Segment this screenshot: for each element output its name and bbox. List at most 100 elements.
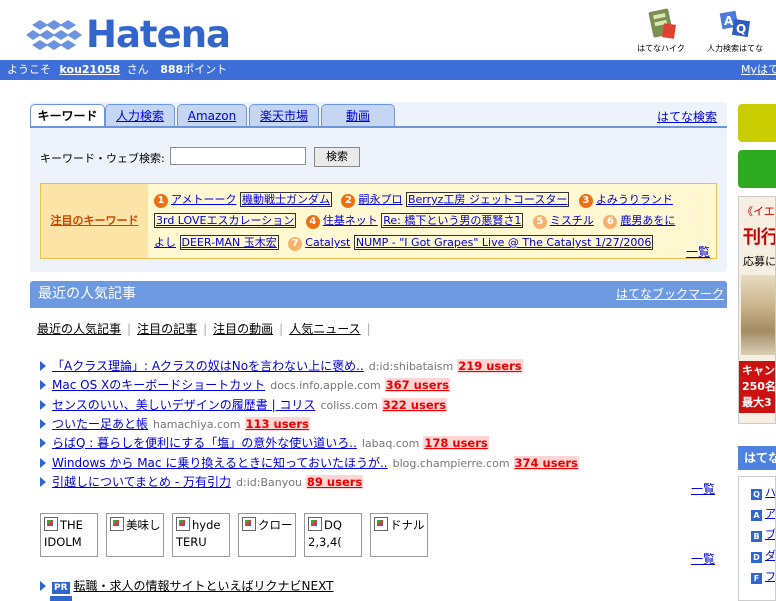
keyword-link[interactable]: 鹿男あをに	[620, 214, 675, 227]
keyword-link[interactable]: DEER-MAN 玉木宏	[179, 235, 279, 250]
next-row-cutoff	[40, 596, 340, 601]
rank-badge: 3	[578, 194, 593, 208]
service-icon: B	[751, 531, 762, 542]
service-item[interactable]: Dダ	[739, 545, 775, 566]
entry-title[interactable]: Mac OS Xのキーボードショートカット	[52, 378, 265, 392]
subnav-popular[interactable]: 最近の人気記事	[37, 322, 121, 336]
service-label: ハ	[765, 486, 776, 499]
entries-more-link[interactable]: 一覧	[691, 480, 715, 497]
haiku-link[interactable]: はてなハイク	[628, 8, 694, 54]
entry-source: coliss.com	[320, 399, 378, 412]
tab-rakuten[interactable]: 楽天市場	[249, 104, 319, 127]
keyword-link[interactable]: Re: 橋下という男の悪賢さ1	[381, 213, 524, 228]
ad-line-2: 刊行	[743, 227, 776, 248]
points-label: ポイント	[183, 63, 228, 76]
entry-users[interactable]: 89 users	[305, 475, 364, 489]
service-item[interactable]: Bブ	[739, 524, 775, 545]
subnav-news[interactable]: 人気ニュース	[289, 322, 360, 336]
thumbnail-caption: 美味し	[126, 518, 161, 532]
service-label: ア	[765, 507, 776, 520]
ad-image	[741, 275, 775, 355]
video-thumbnail[interactable]: ドナル	[370, 513, 428, 557]
search-input[interactable]	[170, 147, 306, 165]
entry-title[interactable]: Windows から Mac に乗り換えるときに知っておいたほうが..	[52, 456, 388, 470]
keyword-link[interactable]: Catalyst	[305, 236, 350, 249]
service-item[interactable]: Aア	[739, 503, 775, 524]
entry-title[interactable]: ついたー足あと帳	[52, 417, 148, 431]
service-item[interactable]: Fフ	[739, 566, 775, 587]
subnav-videos[interactable]: 注目の動画	[213, 322, 273, 336]
service-item[interactable]: Qハ	[739, 482, 775, 503]
keyword-link[interactable]: 嗣永プロ	[358, 193, 402, 206]
entry-row: Mac OS Xのキーボードショートカット docs.info.apple.com…	[40, 376, 451, 395]
video-thumbnail[interactable]: 美味し	[106, 513, 164, 557]
attention-more-link[interactable]: 一覧	[686, 243, 710, 260]
entry-users[interactable]: 374 users	[513, 456, 579, 470]
thumbnail-caption: クロー	[258, 518, 293, 532]
service-icon: Q	[751, 489, 762, 500]
keyword-link[interactable]: ミスチル	[550, 214, 594, 227]
image-placeholder-icon	[374, 517, 388, 531]
bookmark-link[interactable]: はてなブックマーク	[616, 281, 724, 308]
entry-title[interactable]: 「Aクラス理論」: Aクラスの奴はNoを言わない上に褒め..	[52, 359, 364, 373]
tab-video-label: 動画	[345, 109, 370, 123]
keyword-link[interactable]: よみうりランド	[596, 193, 673, 206]
side-service-list: Qハ Aア Bブ Dダ Fフ	[738, 476, 776, 601]
search-button[interactable]: 検索	[314, 147, 360, 167]
entry-users[interactable]: 367 users	[384, 378, 451, 392]
rank-badge: 2	[341, 194, 356, 208]
video-thumbnail[interactable]: hyde TERU	[172, 513, 230, 557]
entry-title[interactable]: 引越しについてまとめ - 万有引力	[52, 475, 231, 489]
image-placeholder-icon	[176, 517, 190, 531]
popular-section-header: 最近の人気記事 はてなブックマーク	[30, 281, 727, 308]
arrow-icon	[40, 477, 46, 487]
thumbs-more-link[interactable]: 一覧	[691, 550, 715, 567]
hatena-search-link[interactable]: はてな検索	[657, 108, 717, 125]
keyword-link[interactable]: 住基ネット	[323, 214, 378, 227]
entry-users[interactable]: 113 users	[244, 417, 310, 431]
tab-video[interactable]: 動画	[321, 104, 395, 127]
attention-label[interactable]: 注目のキーワード	[41, 184, 148, 258]
side-ad-banner[interactable]: 《イエに 刊行 応募に キャン 250名 最大3	[738, 196, 776, 424]
video-thumbnail[interactable]: THE IDOLM	[40, 513, 98, 557]
entry-users[interactable]: 219 users	[457, 359, 523, 373]
image-placeholder-icon	[110, 517, 124, 531]
keyword-link[interactable]: Berryz工房 ジェットコースター	[405, 192, 570, 207]
question-label: 人力検索はてな	[707, 44, 763, 53]
side-button-green[interactable]	[738, 150, 776, 188]
tab-keyword[interactable]: キーワード	[30, 104, 105, 128]
popular-title: 最近の人気記事	[38, 286, 136, 302]
pr-row: PR 転職・求人の情報サイトといえばリクナビNEXT	[40, 577, 333, 594]
entry-users[interactable]: 322 users	[381, 398, 448, 412]
hatena-logo[interactable]: Hatena	[26, 14, 231, 56]
keyword-link[interactable]: 機動戦士ガンダム	[239, 192, 332, 207]
pr-link[interactable]: 転職・求人の情報サイトといえばリクナビNEXT	[74, 579, 334, 593]
ad-band-1: キャン	[742, 364, 775, 377]
keyword-link[interactable]: アメトーーク	[171, 193, 236, 206]
rank-badge: 4	[305, 215, 320, 229]
side-button-yellow[interactable]	[738, 104, 776, 142]
welcome-text: ようこそ	[7, 63, 51, 76]
keyword-link[interactable]: よし	[154, 236, 176, 249]
pr-badge: PR	[52, 582, 70, 594]
entry-source: d:id:Banyou	[236, 476, 302, 489]
subnav-notable[interactable]: 注目の記事	[137, 322, 197, 336]
keyword-link[interactable]: 3rd LOVEエスカレーション	[154, 213, 297, 228]
keyword-link[interactable]: NUMP - "I Got Grapes" Live @ The Catalys…	[353, 235, 654, 250]
entry-users[interactable]: 178 users	[423, 436, 489, 450]
tab-rakuten-label: 楽天市場	[259, 109, 308, 123]
username-link[interactable]: kou21058	[60, 63, 121, 76]
tab-amazon[interactable]: Amazon	[177, 104, 247, 127]
service-label: フ	[765, 570, 776, 583]
entry-title[interactable]: らばQ : 暮らしを便利にする「塩」の意外な使い道いろ..	[52, 436, 357, 450]
entry-title[interactable]: センスのいい、美しいデザインの履歴書 | コリス	[52, 398, 315, 412]
entry-source: d:id:shibataism	[368, 360, 454, 373]
arrow-icon	[40, 458, 46, 468]
entry-source: hamachiya.com	[153, 418, 241, 431]
my-hatena-link[interactable]: Myはて	[741, 60, 776, 80]
video-thumbnail[interactable]: クロー	[238, 513, 296, 557]
side-section-header: はてな	[738, 446, 776, 470]
video-thumbnail[interactable]: DQ 2,3,4(	[304, 513, 362, 557]
question-link[interactable]: A Q 人力検索はてな	[702, 8, 768, 54]
tab-jinriki[interactable]: 人力検索	[105, 104, 175, 127]
